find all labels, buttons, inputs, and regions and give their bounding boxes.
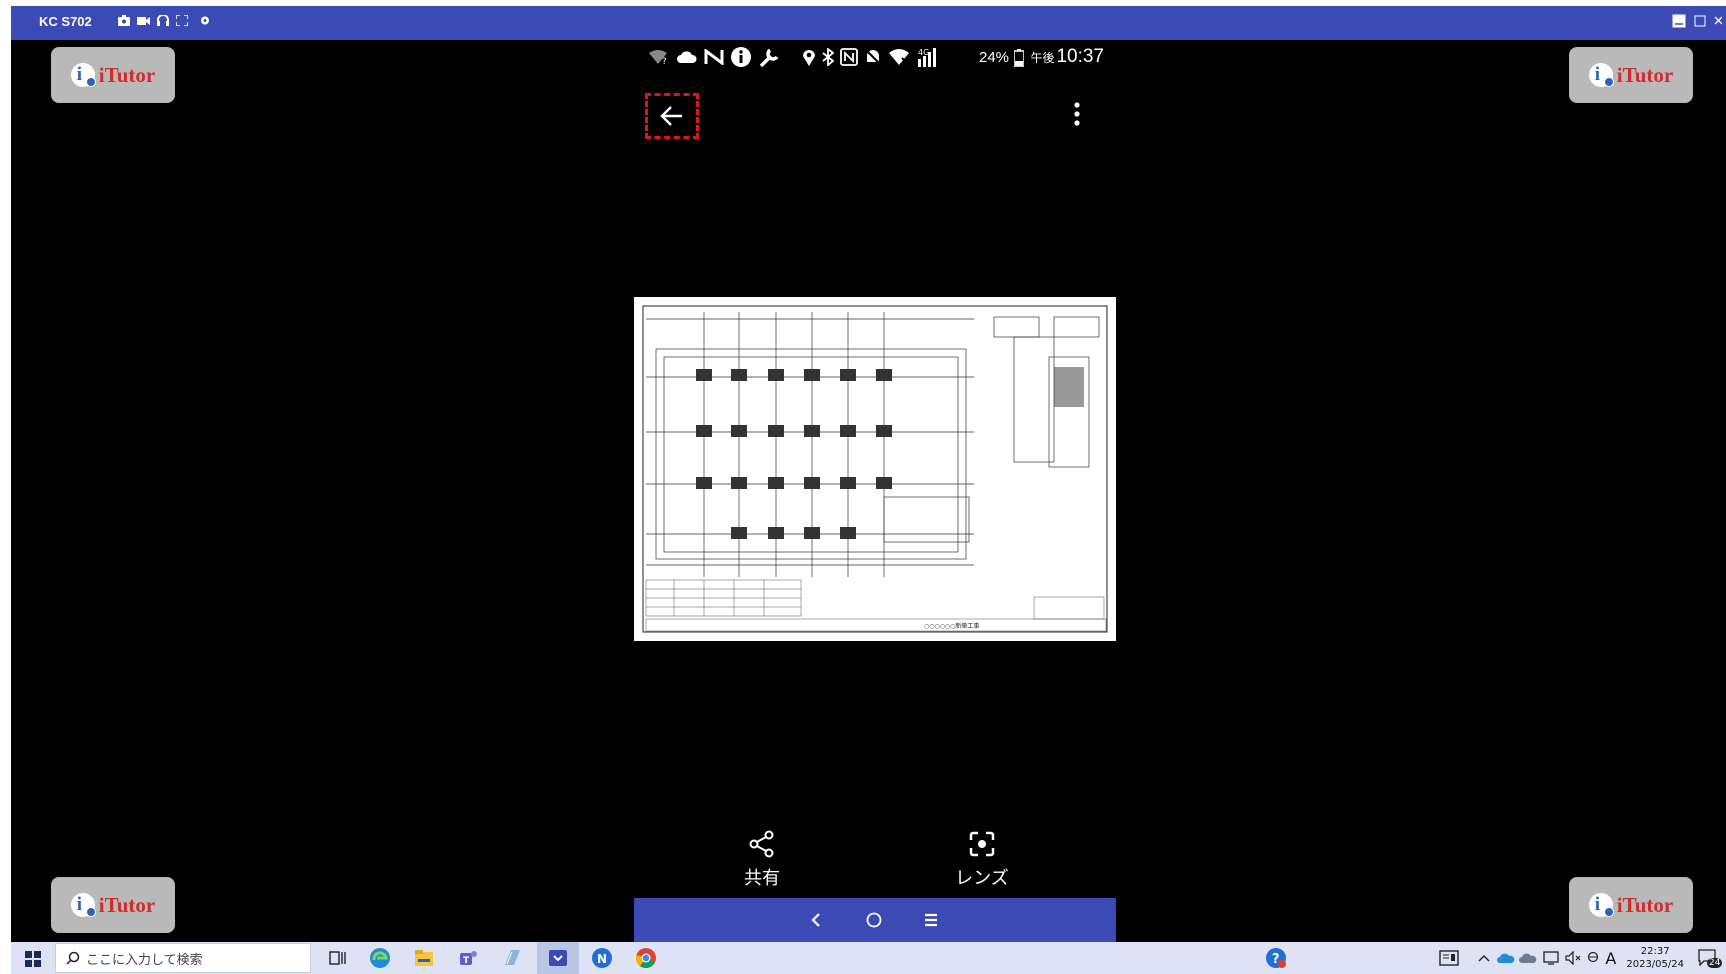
onedrive-icon[interactable] <box>1497 951 1515 965</box>
notification-count: 24 <box>1707 958 1723 968</box>
edge-icon[interactable] <box>369 947 391 969</box>
search-icon <box>66 951 80 965</box>
mute-bell-icon <box>864 48 882 66</box>
taskbar-clock[interactable]: 22:37 2023/05/24 <box>1626 945 1684 971</box>
share-icon <box>749 830 774 858</box>
share-label: 共有 <box>744 868 780 889</box>
nav-home-icon[interactable] <box>866 912 882 928</box>
signal-4g-icon: 4G <box>918 48 936 67</box>
watermark-text: iTutor <box>1616 62 1674 87</box>
svg-text:4G: 4G <box>918 48 929 57</box>
watermark-text: iTutor <box>1616 892 1674 917</box>
teams-icon[interactable]: T <box>457 947 479 969</box>
lens-button[interactable]: レンズ <box>937 830 1027 890</box>
title-bar: KC S702 <box>11 6 1726 40</box>
search-placeholder: ここに入力して検索 <box>86 952 203 968</box>
itutor-watermark: i iTutor <box>51 877 175 933</box>
system-tray: A 22:37 2023/05/24 24 <box>1439 942 1726 974</box>
lens-label: レンズ <box>955 868 1009 889</box>
fullscreen-icon[interactable] <box>176 15 188 26</box>
ime-indicator[interactable]: A <box>1605 949 1616 968</box>
itutor-watermark: i iTutor <box>1569 877 1693 933</box>
battery-icon <box>1014 49 1024 67</box>
close-icon[interactable] <box>1714 14 1722 28</box>
svg-text:?: ? <box>662 57 667 65</box>
maximize-icon[interactable] <box>1694 14 1706 28</box>
help-tips-icon[interactable]: ? <box>1265 947 1287 969</box>
more-options-icon[interactable] <box>1074 102 1080 126</box>
window-title: KC S702 <box>39 14 92 29</box>
itutor-logo-icon: i <box>1588 63 1614 87</box>
blueprint-image[interactable]: ○○○○○○新築工事 <box>634 297 1116 641</box>
time-prefix: 午後 <box>1030 51 1055 65</box>
battery-percent: 24% <box>979 49 1010 66</box>
status-bar: ? 4G 24% 午後 10:37 <box>634 40 1116 76</box>
time-value: 10:37 <box>1056 46 1104 67</box>
nav-back-icon[interactable] <box>811 913 821 927</box>
wifi-off-icon <box>889 49 909 65</box>
itutor-logo-icon: i <box>1588 893 1614 917</box>
task-view-icon[interactable] <box>327 947 349 969</box>
taskbar-search[interactable]: ここに入力して検索 <box>55 943 311 973</box>
chrome-icon[interactable] <box>635 947 657 969</box>
itutor-logo-icon: i <box>70 893 96 917</box>
news-widget-icon[interactable] <box>1439 950 1460 966</box>
cloud-icon <box>677 51 697 63</box>
svg-text:T: T <box>463 956 470 966</box>
arrow-left-icon <box>660 106 682 126</box>
windows-taskbar: ここに入力して検索 T N ? A 22:37 2023/05/24 24 <box>11 942 1726 974</box>
mirroring-app-icon[interactable] <box>547 947 569 969</box>
itutor-watermark: i iTutor <box>1569 47 1693 103</box>
wifi-question-icon: ? <box>649 50 667 65</box>
svg-text:N: N <box>597 952 607 966</box>
watermark-text: iTutor <box>98 62 156 87</box>
blueprint-drawing: ○○○○○○新築工事 <box>642 305 1108 633</box>
itutor-logo-icon: i <box>70 63 96 87</box>
chevron-up-icon[interactable] <box>1477 953 1491 963</box>
itutor-watermark: i iTutor <box>51 47 175 103</box>
camera-icon[interactable] <box>118 15 130 26</box>
settings-icon[interactable] <box>195 15 211 26</box>
wrench-icon <box>759 48 779 67</box>
bluetooth-icon <box>822 48 834 66</box>
lens-icon <box>969 831 995 857</box>
location-icon <box>803 50 815 66</box>
nav-recents-icon[interactable] <box>924 913 938 927</box>
nova-icon[interactable]: N <box>591 947 613 969</box>
clock-time: 22:37 <box>1640 946 1670 957</box>
headset-icon[interactable] <box>157 15 169 26</box>
info-icon <box>731 47 751 67</box>
nfc-app-icon <box>704 49 724 65</box>
notification-center[interactable]: 24 <box>1698 946 1723 970</box>
title-block-text: ○○○○○○新築工事 <box>924 622 979 630</box>
volume-mute-icon[interactable] <box>1565 951 1581 965</box>
nfc-icon <box>840 48 858 66</box>
share-button[interactable]: 共有 <box>717 830 807 890</box>
watermark-text: iTutor <box>98 892 156 917</box>
pen-input-icon[interactable] <box>1587 951 1599 965</box>
back-button[interactable] <box>645 93 699 139</box>
phone-screen: ? 4G 24% 午後 10:37 ○○○○○○新築工事 共有 レンズ <box>634 40 1116 942</box>
minimize-icon[interactable] <box>1672 14 1686 28</box>
file-explorer-icon[interactable] <box>413 947 435 969</box>
display-icon[interactable] <box>1543 951 1560 965</box>
clock-date: 2023/05/24 <box>1626 959 1684 970</box>
onedrive-sync-icon[interactable] <box>1519 951 1537 965</box>
status-time: 午後 10:37 <box>1030 46 1104 68</box>
video-icon[interactable] <box>137 15 150 26</box>
notepad-icon[interactable] <box>501 947 523 969</box>
android-nav-bar <box>634 898 1116 942</box>
windows-start-icon[interactable] <box>25 951 41 967</box>
